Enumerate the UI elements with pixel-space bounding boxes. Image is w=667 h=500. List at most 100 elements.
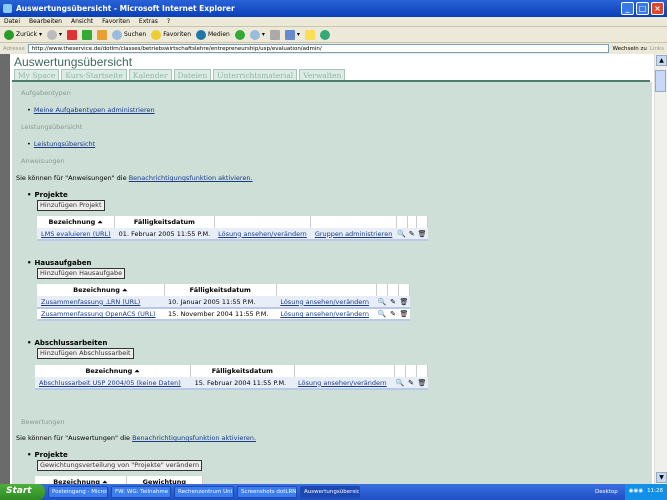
solution-link[interactable]: Lösung ansehen/verändern	[218, 230, 307, 238]
delete-icon[interactable]: 🗑	[398, 308, 410, 321]
item-link[interactable]: Abschlussarbeit USP 2004/05 (keine Daten…	[39, 379, 181, 387]
back-arrow-icon	[4, 29, 14, 40]
scroll-up-button[interactable]: ▲	[656, 55, 667, 66]
maximize-button[interactable]: □	[636, 2, 649, 15]
vertical-scrollbar[interactable]: ▲ ▼	[654, 54, 667, 484]
item-link[interactable]: Zusammenfassung OpenACS (URL)	[41, 310, 156, 318]
taskbar-item[interactable]: Rechenzentrum Uni K...	[174, 486, 234, 498]
delete-icon[interactable]: 🗑	[416, 377, 428, 390]
address-input[interactable]: http://www.theservice.de/dotlrn/classes/…	[27, 44, 610, 53]
due-date: 01. Februar 2005 11:55 P.M.	[114, 228, 215, 241]
title-bar: Auswertungsübersicht - Microsoft Interne…	[0, 0, 667, 17]
content-panel	[12, 82, 652, 484]
print-button[interactable]	[269, 29, 280, 40]
refresh-button[interactable]	[82, 29, 92, 40]
menu-help[interactable]: ?	[167, 18, 170, 25]
edit-icon	[284, 29, 295, 40]
add-hausaufgabe-button[interactable]: Hinzufügen Hausaufgabe	[37, 268, 126, 279]
history-button[interactable]	[234, 29, 245, 40]
taskbar: Start Posteingang - Micros... FW: WG: Te…	[0, 484, 667, 500]
start-button[interactable]: Start	[0, 484, 45, 500]
table-row: Zusammenfassung OpenACS (URL) 15. Novembe…	[37, 308, 410, 321]
col-bezeichnung[interactable]: Bezeichnung ⏶	[37, 216, 116, 228]
favorites-button[interactable]: Favoriten	[151, 29, 191, 40]
desktop-toolbar[interactable]: Desktop	[595, 489, 618, 495]
due-date: 10. Januar 2005 11:55 P.M.	[164, 296, 277, 309]
forward-arrow-icon	[46, 29, 57, 40]
view-icon[interactable]: 🔍	[394, 377, 406, 390]
edit-icon[interactable]: ✎	[387, 308, 399, 321]
menu-extras[interactable]: Extras	[139, 18, 158, 25]
go-button[interactable]: Wechseln zu	[612, 46, 646, 52]
address-bar: Adresse http://www.theservice.de/dotlrn/…	[0, 43, 667, 54]
menu-bearbeiten[interactable]: Bearbeiten	[29, 18, 62, 25]
col-bezeichnung[interactable]: Bezeichnung ⏶	[37, 284, 165, 296]
taskbar-item[interactable]: Screenshots dotLRN....	[237, 486, 297, 498]
mail-icon	[249, 29, 260, 40]
section-aufgabentypen: Aufgabentypen	[21, 89, 71, 97]
col-faelligkeit[interactable]: Fälligkeitsdatum	[190, 365, 295, 377]
groups-link[interactable]: Gruppen administrieren	[315, 230, 393, 238]
messenger-button[interactable]	[319, 29, 330, 40]
close-button[interactable]: ×	[651, 2, 664, 15]
projekte-table: Bezeichnung ⏶ Fälligkeitsdatum LMS evalui…	[37, 216, 428, 241]
links-button[interactable]: Links	[650, 46, 664, 52]
media-icon	[196, 29, 206, 40]
notes-button[interactable]	[304, 29, 315, 40]
menu-datei[interactable]: Datei	[4, 18, 20, 25]
mail-button[interactable]: ▾	[249, 29, 265, 40]
notification-link[interactable]: Benachrichtigungsfunktion aktivieren.	[129, 174, 253, 182]
col-bezeichnung[interactable]: Bezeichnung ⏶	[35, 365, 192, 377]
menu-favoriten[interactable]: Favoriten	[102, 18, 130, 25]
back-button[interactable]: Zurück ▾	[4, 29, 42, 40]
solution-link[interactable]: Lösung ansehen/verändern	[298, 379, 387, 387]
add-projekt-button[interactable]: Hinzufügen Projekt	[37, 200, 105, 211]
minimize-button[interactable]: _	[621, 2, 634, 15]
bewertungen-notice: Sie können für "Auswertungen" die Benach…	[16, 434, 257, 442]
abschluss-table: Bezeichnung ⏶ Fälligkeitsdatum Abschlussa…	[35, 365, 428, 390]
item-link[interactable]: Zusammenfassung .LRN (URL)	[41, 298, 140, 306]
due-date: 15. November 2004 11:55 P.M.	[164, 308, 277, 321]
scroll-down-button[interactable]: ▼	[656, 472, 667, 483]
col-faelligkeit[interactable]: Fälligkeitsdatum	[114, 216, 215, 228]
taskbar-item-active[interactable]: Auswertungsübersich...	[300, 486, 360, 498]
search-button[interactable]: Suchen	[112, 29, 146, 40]
add-abschluss-button[interactable]: Hinzufügen Abschlussarbeit	[37, 348, 134, 359]
edit-button[interactable]: ▾	[284, 29, 300, 40]
delete-icon[interactable]: 🗑	[416, 228, 428, 241]
taskbar-item[interactable]: FW: WG: Teilnahme v...	[111, 486, 171, 498]
item-link[interactable]: LMS evaluieren (URL)	[41, 230, 111, 238]
view-icon[interactable]: 🔍	[376, 308, 388, 321]
weighting-button[interactable]: Gewichtungsverteilung von "Projekte" ver…	[37, 460, 203, 471]
star-icon	[151, 29, 162, 40]
aufgabentypen-link[interactable]: Meine Aufgabentypen administrieren	[34, 106, 155, 114]
scrollbar-thumb[interactable]	[655, 70, 666, 92]
stop-button[interactable]	[67, 29, 77, 40]
media-button[interactable]: Medien	[196, 29, 230, 40]
notification-link[interactable]: Benachrichtigungsfunktion aktivieren.	[132, 434, 256, 442]
delete-icon[interactable]: 🗑	[398, 296, 410, 309]
stop-icon	[67, 29, 77, 40]
view-icon[interactable]: 🔍	[376, 296, 388, 309]
note-icon	[304, 29, 315, 40]
menu-bar: Datei Bearbeiten Ansicht Favoriten Extras?	[0, 17, 667, 27]
edit-icon[interactable]: ✎	[405, 377, 417, 390]
system-tray: ◉◉◉ 11:28	[624, 484, 667, 500]
forward-button[interactable]: ▾	[46, 29, 62, 40]
solution-link[interactable]: Lösung ansehen/verändern	[280, 310, 369, 318]
menu-ansicht[interactable]: Ansicht	[71, 18, 93, 25]
section-anweisungen: Anweisungen	[21, 157, 65, 165]
window-title: Auswertungsübersicht - Microsoft Interne…	[16, 4, 235, 13]
home-button[interactable]	[97, 29, 107, 40]
tray-icons: ◉◉◉	[628, 488, 644, 494]
edit-icon[interactable]: ✎	[407, 228, 417, 241]
view-icon[interactable]: 🔍	[396, 228, 408, 241]
leistung-link[interactable]: Leistungsübersicht	[34, 140, 95, 148]
hausaufgaben-table: Bezeichnung ⏶ Fälligkeitsdatum Zusammenfa…	[37, 284, 410, 321]
address-label: Adresse	[3, 45, 25, 52]
col-faelligkeit[interactable]: Fälligkeitsdatum	[164, 284, 277, 296]
projekte-heading: Projekte	[27, 191, 67, 199]
taskbar-item[interactable]: Posteingang - Micros...	[48, 486, 108, 498]
edit-icon[interactable]: ✎	[387, 296, 399, 309]
solution-link[interactable]: Lösung ansehen/verändern	[280, 298, 369, 306]
